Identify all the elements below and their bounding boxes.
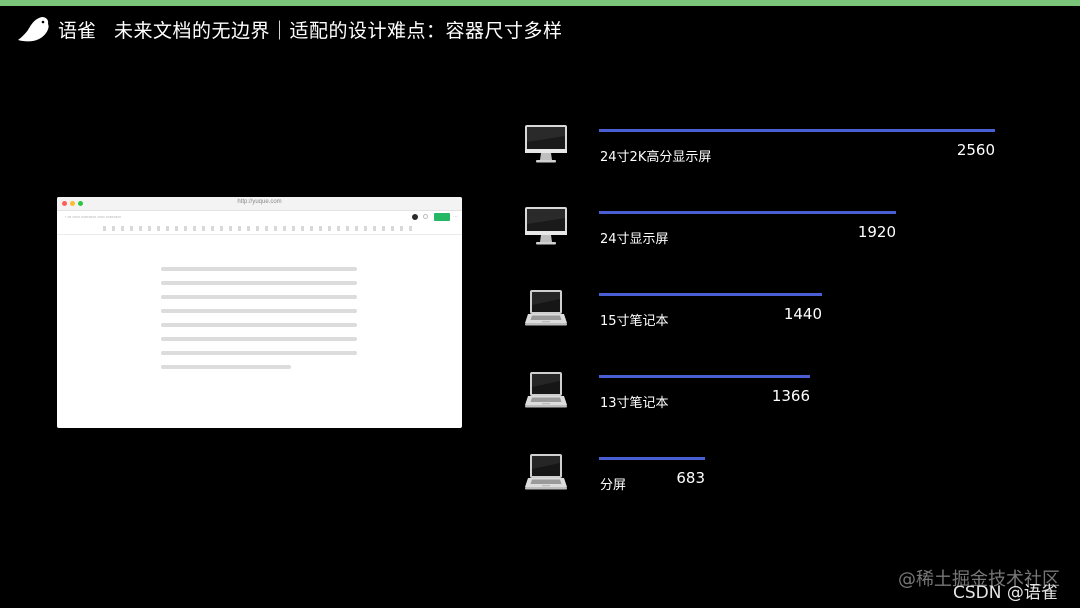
resolution-value: 2560	[956, 141, 995, 159]
text-line	[161, 295, 357, 299]
resolution-value: 683	[676, 469, 705, 487]
avatar	[412, 214, 418, 220]
monitor-icon	[524, 124, 568, 164]
laptop-icon	[524, 452, 568, 492]
text-line	[161, 365, 291, 369]
doc-breadcrumb: ‹ ▭ ▭▭ ▭▭▭▭ ▭▭ ▭▭▭▭	[65, 214, 122, 219]
resolution-value: 1920	[857, 223, 896, 241]
brand-name: 语雀	[58, 19, 97, 42]
text-line	[161, 337, 357, 341]
slide-title: 未来文档的无边界｜适配的设计难点：容器尺寸多样	[114, 19, 563, 42]
browser-window-mock: http://yuque.com ‹ ▭ ▭▭ ▭▭▭▭ ▭▭ ▭▭▭▭ ⋯	[57, 197, 462, 428]
resolution-value: 1366	[771, 387, 810, 405]
device-label: 24寸显示屏	[600, 232, 669, 247]
resolution-bar	[599, 211, 896, 214]
laptop-icon	[524, 370, 568, 410]
resolution-bar	[599, 129, 995, 132]
format-toolbar-icons	[103, 226, 413, 231]
device-label: 15寸笔记本	[600, 314, 669, 329]
doc-toolbar: ‹ ▭ ▭▭ ▭▭▭▭ ▭▭ ▭▭▭▭ ⋯	[57, 211, 462, 223]
text-line	[161, 309, 357, 313]
resolution-bar	[599, 457, 705, 460]
resolution-bar	[599, 375, 810, 378]
resolution-bar	[599, 293, 822, 296]
format-toolbar	[57, 223, 462, 235]
text-line	[161, 267, 357, 271]
text-line	[161, 351, 357, 355]
device-label: 分屏	[600, 478, 627, 493]
device-label: 24寸2K高分显示屏	[600, 150, 712, 165]
laptop-icon	[524, 288, 568, 328]
yuque-bird-logo-icon	[18, 17, 49, 42]
slide-header: 语雀 未来文档的无边界｜适配的设计难点：容器尺寸多样	[16, 12, 563, 46]
text-line	[161, 323, 357, 327]
doc-placeholder-lines	[161, 267, 357, 379]
top-accent-bar	[0, 0, 1080, 6]
monitor-icon	[524, 206, 568, 246]
resolution-value: 1440	[783, 305, 822, 323]
device-label: 13寸笔记本	[600, 396, 669, 411]
search-icon	[423, 214, 428, 219]
publish-button	[434, 213, 450, 221]
browser-titlebar: http://yuque.com	[57, 197, 462, 211]
browser-url: http://yuque.com	[237, 199, 282, 205]
text-line	[161, 281, 357, 285]
more-icon: ⋯	[453, 214, 458, 220]
csdn-watermark: CSDN @语雀	[953, 583, 1058, 603]
